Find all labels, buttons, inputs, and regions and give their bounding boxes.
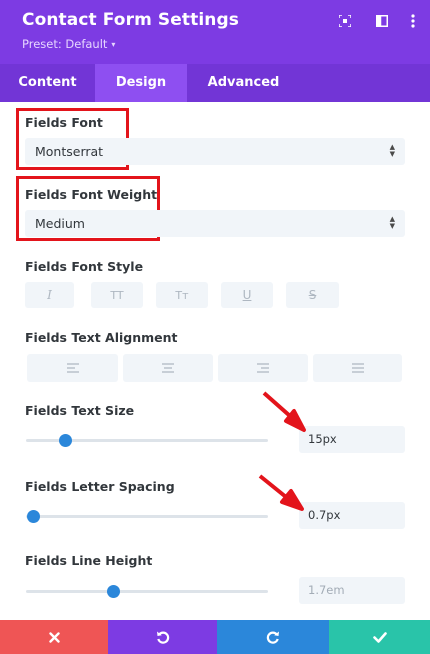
align-left-icon[interactable]	[27, 354, 118, 382]
redo-button[interactable]	[217, 620, 329, 654]
focus-icon[interactable]	[336, 12, 354, 30]
tab-design[interactable]: Design	[95, 64, 187, 102]
red-arrow-icon	[258, 474, 304, 511]
caret-down-icon: ▾	[111, 40, 116, 49]
letter-spacing-slider[interactable]	[26, 510, 268, 523]
tab-content[interactable]: Content	[0, 64, 95, 102]
slider-handle[interactable]	[107, 585, 121, 598]
fields-font-value: Montserrat	[35, 144, 104, 159]
align-center-icon[interactable]	[123, 354, 213, 382]
fields-font-label: Fields Font	[25, 115, 103, 130]
letter-spacing-input[interactable]: 0.7px	[299, 502, 405, 529]
preset-dropdown[interactable]: Preset: Default ▾	[22, 37, 115, 51]
italic-icon[interactable]: I	[25, 282, 74, 308]
fields-font-style-label: Fields Font Style	[25, 259, 144, 274]
split-layout-icon[interactable]	[373, 12, 391, 30]
select-arrows-icon: ▲ ▼	[389, 143, 395, 158]
fields-text-alignment-label: Fields Text Alignment	[25, 330, 178, 345]
fields-line-height-label: Fields Line Height	[25, 553, 153, 568]
slider-handle[interactable]	[58, 434, 72, 447]
undo-icon	[156, 631, 169, 644]
text-size-slider[interactable]	[26, 434, 268, 447]
page-title: Contact Form Settings	[22, 10, 239, 30]
save-button[interactable]	[329, 620, 430, 654]
close-icon	[48, 631, 60, 643]
settings-header: Contact Form Settings Preset: Default ▾	[0, 0, 430, 64]
fields-font-select[interactable]: Montserrat ▲ ▼	[25, 138, 405, 165]
select-arrows-icon: ▲ ▼	[389, 215, 395, 230]
align-right-icon[interactable]	[218, 354, 308, 382]
text-size-input[interactable]: 15px	[299, 426, 405, 453]
red-arrow-icon	[262, 391, 306, 432]
line-height-slider[interactable]	[26, 585, 268, 598]
action-bar	[0, 620, 430, 654]
check-icon	[372, 631, 387, 643]
tab-bar: Content Design Advanced	[0, 64, 430, 102]
undo-button[interactable]	[108, 620, 217, 654]
line-height-input[interactable]: 1.7em	[299, 577, 405, 604]
fields-letter-spacing-label: Fields Letter Spacing	[25, 479, 175, 494]
preset-label: Preset: Default	[22, 37, 108, 51]
close-button[interactable]	[0, 620, 108, 654]
capitalize-icon[interactable]: Tт	[156, 282, 208, 308]
redo-icon	[266, 631, 279, 644]
strikethrough-icon[interactable]: S	[286, 282, 339, 308]
underline-icon[interactable]: U	[221, 282, 273, 308]
tab-advanced[interactable]: Advanced	[187, 64, 300, 102]
more-vertical-icon[interactable]	[404, 12, 422, 30]
fields-font-weight-label: Fields Font Weight	[25, 187, 158, 202]
uppercase-icon[interactable]: TT	[91, 282, 143, 308]
align-justify-icon[interactable]	[313, 354, 402, 382]
fields-text-size-label: Fields Text Size	[25, 403, 135, 418]
fields-font-weight-value: Medium	[35, 216, 85, 231]
slider-handle[interactable]	[27, 510, 41, 523]
fields-font-weight-select[interactable]: Medium ▲ ▼	[25, 210, 405, 237]
